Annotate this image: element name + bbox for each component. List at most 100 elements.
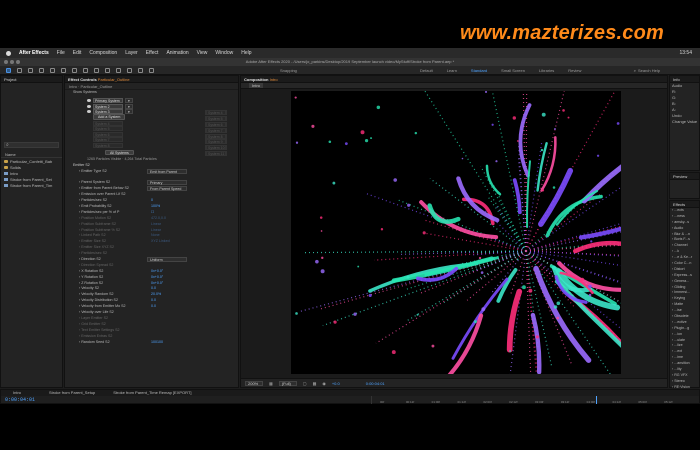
particle-dot bbox=[364, 139, 369, 143]
effect-param-dropdown[interactable]: From Parent Speed bbox=[147, 186, 187, 192]
zoom-tool-icon[interactable] bbox=[28, 67, 33, 73]
menu-composition[interactable]: Composition bbox=[89, 50, 117, 56]
type-tool-icon[interactable] bbox=[94, 67, 99, 73]
effects-presets-tab[interactable]: Effects bbox=[670, 201, 699, 208]
exposure-value[interactable]: +0.0 bbox=[332, 381, 340, 386]
shape-tool-icon[interactable] bbox=[72, 67, 77, 73]
zoom-window-button[interactable] bbox=[16, 60, 20, 64]
chevron-down-icon[interactable]: ▾ bbox=[125, 103, 133, 109]
camera-icon[interactable]: ◉ bbox=[322, 381, 326, 386]
search-icon: ⌕ bbox=[6, 142, 9, 148]
project-item[interactable]: Stroke from Parent_Tim bbox=[1, 182, 62, 188]
composition-viewer[interactable] bbox=[291, 91, 621, 374]
info-tab[interactable]: Info bbox=[670, 76, 699, 83]
particle-trail bbox=[398, 199, 527, 252]
system-slot: System 7 bbox=[205, 127, 227, 133]
menu-view[interactable]: View bbox=[197, 50, 208, 56]
roto-tool-icon[interactable] bbox=[138, 67, 143, 73]
hand-tool-icon[interactable] bbox=[17, 67, 22, 73]
workspace-standard[interactable]: Standard bbox=[471, 68, 487, 73]
chevron-down-icon[interactable]: ▾ bbox=[125, 98, 133, 104]
pan-behind-tool-icon[interactable] bbox=[61, 67, 66, 73]
workspace-learn[interactable]: Learn bbox=[447, 68, 457, 73]
composition-tab[interactable]: Composition Intro bbox=[241, 76, 667, 83]
pen-tool-icon[interactable] bbox=[83, 67, 88, 73]
video-frame: www.mazterizes.com After Effects File Ed… bbox=[0, 0, 700, 450]
workspace-libraries[interactable]: Libraries bbox=[539, 68, 554, 73]
effect-param-dropdown[interactable]: Emit from Parent bbox=[147, 168, 187, 174]
composition-subtab[interactable]: Intro bbox=[241, 83, 667, 89]
project-tab[interactable]: Project bbox=[1, 76, 62, 83]
particle-dot bbox=[295, 312, 298, 315]
menu-layer[interactable]: Layer bbox=[125, 50, 138, 56]
workspace-review[interactable]: Review bbox=[568, 68, 581, 73]
particle-streak bbox=[485, 164, 502, 196]
system-slot: System 10 bbox=[205, 145, 227, 151]
timeline-body: 0:00:04:01 00f 00:12f 01:00f 01:12f 02:00f 02… bbox=[1, 396, 699, 404]
selection-tool-icon[interactable] bbox=[6, 67, 11, 73]
effect-param-row[interactable]: › Random Seed S2 100100 bbox=[65, 340, 238, 346]
effect-param-dropdown[interactable]: Primary bbox=[147, 180, 187, 186]
particle-dot bbox=[368, 293, 372, 298]
particle-dot bbox=[516, 258, 519, 261]
eraser-tool-icon[interactable] bbox=[127, 67, 132, 73]
minimize-window-button[interactable] bbox=[10, 60, 14, 64]
menubar-status: 13:54 bbox=[679, 50, 700, 56]
time-ruler[interactable]: 00f 00:12f 01:00f 01:12f 02:00f 02:12f 03:00f 0… bbox=[371, 396, 696, 404]
playhead[interactable] bbox=[596, 396, 597, 404]
menu-help[interactable]: Help bbox=[241, 50, 251, 56]
eye-icon[interactable] bbox=[87, 110, 91, 114]
effect-param-value[interactable]: 100100 bbox=[147, 340, 163, 346]
rotate-tool-icon[interactable] bbox=[39, 67, 44, 73]
particle-dot bbox=[315, 259, 319, 264]
particle-dot bbox=[333, 320, 337, 324]
system-item[interactable]: Primary System ▾ bbox=[87, 98, 133, 104]
time-ruler-tick: 02:12f bbox=[509, 400, 518, 404]
search-help[interactable]: ⌕ Search Help bbox=[634, 66, 660, 75]
menu-effect[interactable]: Effect bbox=[146, 50, 159, 56]
eye-icon[interactable] bbox=[87, 104, 91, 108]
transparency-icon[interactable]: ▩ bbox=[313, 381, 317, 386]
time-ruler-tick: 04:00f bbox=[586, 400, 595, 404]
particle-dot bbox=[552, 186, 556, 189]
clone-tool-icon[interactable] bbox=[116, 67, 121, 73]
particle-dot bbox=[311, 124, 315, 128]
particle-dot bbox=[380, 228, 384, 231]
time-ruler-tick: 05:12f bbox=[664, 400, 673, 404]
snapping-toggle[interactable]: Snapping bbox=[280, 68, 297, 73]
system-item[interactable]: System 2 ▾ bbox=[87, 103, 133, 109]
close-window-button[interactable] bbox=[4, 60, 8, 64]
brush-tool-icon[interactable] bbox=[105, 67, 110, 73]
resolution-dropdown[interactable]: (Full) bbox=[278, 380, 297, 386]
effect-parameter-list: › Emitter Type S2 Emit from Parent › Paren… bbox=[65, 168, 238, 346]
particle-dot bbox=[495, 160, 498, 163]
effect-controls-panel: Effect Controls Particular_Outline Intro… bbox=[64, 75, 239, 388]
apple-icon[interactable] bbox=[6, 50, 11, 56]
menu-edit[interactable]: Edit bbox=[73, 50, 82, 56]
show-systems-row[interactable]: Show Systems bbox=[65, 90, 238, 96]
window-controls bbox=[4, 60, 20, 64]
menu-app-name[interactable]: After Effects bbox=[19, 50, 49, 56]
folder-icon bbox=[4, 159, 8, 163]
chevron-down-icon[interactable]: ▾ bbox=[125, 109, 133, 115]
grid-icon[interactable]: ▦ bbox=[269, 381, 273, 386]
effect-controls-tab[interactable]: Effect Controls Particular_Outline bbox=[65, 76, 238, 83]
all-systems-button[interactable]: All Systems bbox=[105, 149, 134, 156]
puppet-tool-icon[interactable] bbox=[149, 67, 154, 73]
menu-file[interactable]: File bbox=[57, 50, 65, 56]
add-system-button[interactable]: Add a System bbox=[93, 114, 126, 120]
camera-tool-icon[interactable] bbox=[50, 67, 55, 73]
current-time[interactable]: 0:00:04:01 bbox=[366, 381, 385, 386]
workspace-default[interactable]: Default bbox=[420, 68, 433, 73]
timeline-timecode[interactable]: 0:00:04:01 bbox=[5, 397, 35, 403]
zoom-dropdown[interactable]: 200% bbox=[245, 380, 263, 386]
project-search-input[interactable]: ⌕ bbox=[4, 142, 59, 148]
workspace-small-screen[interactable]: Small Screen bbox=[501, 68, 525, 73]
particle-trail bbox=[525, 250, 621, 330]
menu-animation[interactable]: Animation bbox=[166, 50, 188, 56]
menu-window[interactable]: Window bbox=[215, 50, 233, 56]
region-icon[interactable]: ▢ bbox=[303, 381, 307, 386]
eye-icon[interactable] bbox=[87, 99, 91, 103]
effect-param-dropdown[interactable]: Uniform bbox=[147, 257, 187, 263]
preview-tab[interactable]: Preview bbox=[670, 173, 699, 180]
